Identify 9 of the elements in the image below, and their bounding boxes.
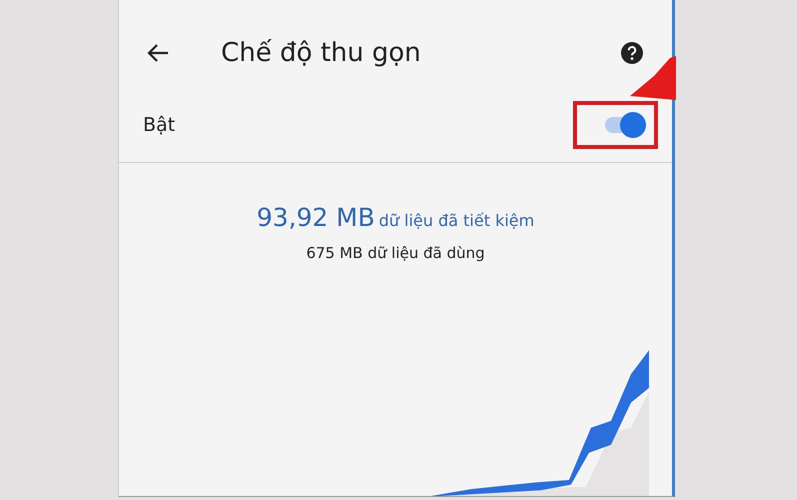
- setting-label: Bật: [143, 114, 176, 136]
- saved-amount: 93,92 MB: [256, 203, 375, 232]
- used-data-text: 675 MB dữ liệu đã dùng: [306, 244, 485, 262]
- back-icon[interactable]: [147, 44, 169, 62]
- help-icon[interactable]: [620, 41, 644, 65]
- toggle-switch[interactable]: [604, 112, 646, 138]
- saved-label: dữ liệu đã tiết kiệm: [378, 211, 534, 230]
- screen-title: Chế độ thu gọn: [221, 38, 422, 68]
- arrow-annotation: [630, 56, 676, 100]
